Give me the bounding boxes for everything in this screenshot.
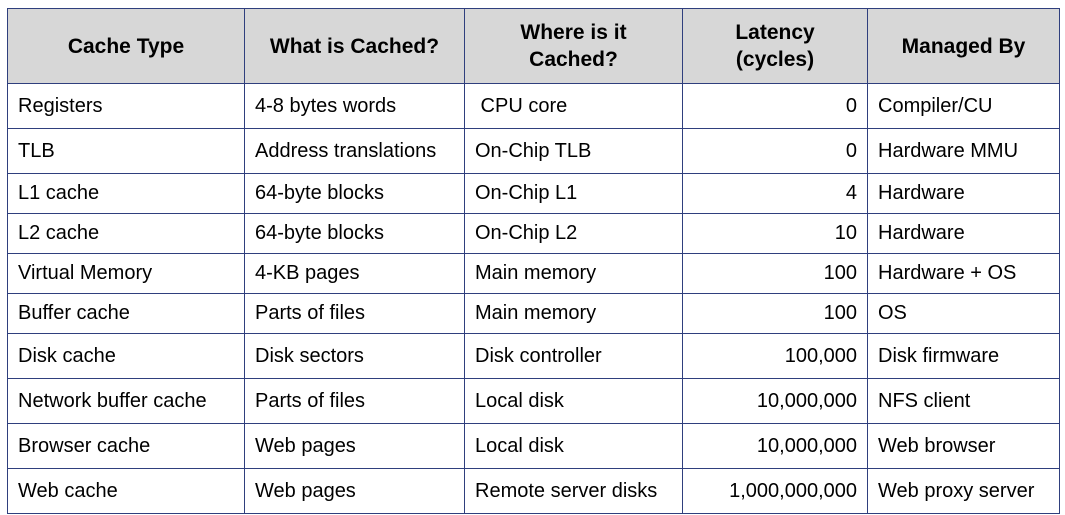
cell-latency: 10,000,000 <box>682 378 868 424</box>
cell-cache-type: Registers <box>7 83 245 129</box>
cell-latency: 1,000,000,000 <box>682 468 868 514</box>
cell-what-is-cached: Web pages <box>244 423 465 469</box>
table-row: Buffer cache Parts of files Main memory … <box>7 293 1060 334</box>
cell-cache-type: L2 cache <box>7 213 245 254</box>
table-row: Registers 4-8 bytes words CPU core 0 Com… <box>7 83 1060 129</box>
header-latency-line2: (cycles) <box>735 48 815 71</box>
header-latency: Latency (cycles) <box>682 8 868 84</box>
cell-what-is-cached: Parts of files <box>244 293 465 334</box>
cell-managed-by: Hardware <box>867 173 1060 214</box>
header-cache-type-label: Cache Type <box>67 34 185 58</box>
table-row: Network buffer cache Parts of files Loca… <box>7 378 1060 424</box>
table-row: Virtual Memory 4-KB pages Main memory 10… <box>7 253 1060 294</box>
cell-what-is-cached: Web pages <box>244 468 465 514</box>
cell-cache-type: Disk cache <box>7 333 245 379</box>
cell-cache-type: Virtual Memory <box>7 253 245 294</box>
header-what-is-cached: What is Cached? <box>244 8 465 84</box>
cell-what-is-cached: 64-byte blocks <box>244 213 465 254</box>
cell-what-is-cached: 4-8 bytes words <box>244 83 465 129</box>
cell-latency: 4 <box>682 173 868 214</box>
cell-managed-by: Hardware <box>867 213 1060 254</box>
table-row: TLB Address translations On-Chip TLB 0 H… <box>7 128 1060 174</box>
header-where-line1: Where is it <box>520 21 627 44</box>
header-managed-by-label: Managed By <box>901 34 1026 58</box>
cell-where-cached: Main memory <box>464 253 683 294</box>
cell-managed-by: Hardware MMU <box>867 128 1060 174</box>
table-body: Registers 4-8 bytes words CPU core 0 Com… <box>7 83 1060 514</box>
cell-managed-by: Web browser <box>867 423 1060 469</box>
table-row: Web cache Web pages Remote server disks … <box>7 468 1060 514</box>
cell-what-is-cached: Parts of files <box>244 378 465 424</box>
cell-managed-by: Hardware + OS <box>867 253 1060 294</box>
cache-table: Cache Type What is Cached? Where is it C… <box>7 8 1060 514</box>
cell-latency: 10 <box>682 213 868 254</box>
cell-cache-type: TLB <box>7 128 245 174</box>
cell-managed-by: Disk firmware <box>867 333 1060 379</box>
cell-where-cached: On-Chip TLB <box>464 128 683 174</box>
table-row: L2 cache 64-byte blocks On-Chip L2 10 Ha… <box>7 213 1060 254</box>
cell-cache-type: Buffer cache <box>7 293 245 334</box>
header-row: Cache Type What is Cached? Where is it C… <box>7 8 1060 84</box>
cell-what-is-cached: Disk sectors <box>244 333 465 379</box>
header-cache-type: Cache Type <box>7 8 245 84</box>
cell-latency: 0 <box>682 83 868 129</box>
table-row: L1 cache 64-byte blocks On-Chip L1 4 Har… <box>7 173 1060 214</box>
cell-latency: 100 <box>682 293 868 334</box>
cell-cache-type: Browser cache <box>7 423 245 469</box>
cell-where-cached: Local disk <box>464 423 683 469</box>
cell-latency: 10,000,000 <box>682 423 868 469</box>
cell-what-is-cached: 64-byte blocks <box>244 173 465 214</box>
cell-where-cached: Main memory <box>464 293 683 334</box>
header-where-line2: Cached? <box>529 48 618 71</box>
table-row: Disk cache Disk sectors Disk controller … <box>7 333 1060 379</box>
cell-latency: 100,000 <box>682 333 868 379</box>
cell-where-cached: Disk controller <box>464 333 683 379</box>
header-what-is-cached-label: What is Cached? <box>269 34 440 58</box>
cell-managed-by: Compiler/CU <box>867 83 1060 129</box>
cell-cache-type: Web cache <box>7 468 245 514</box>
cell-managed-by: OS <box>867 293 1060 334</box>
header-latency-line1: Latency <box>735 21 815 44</box>
cell-cache-type: L1 cache <box>7 173 245 214</box>
cell-where-cached: Remote server disks <box>464 468 683 514</box>
table-header: Cache Type What is Cached? Where is it C… <box>7 8 1060 84</box>
cell-what-is-cached: Address translations <box>244 128 465 174</box>
header-managed-by: Managed By <box>867 8 1060 84</box>
cell-cache-type: Network buffer cache <box>7 378 245 424</box>
cell-managed-by: Web proxy server <box>867 468 1060 514</box>
cell-where-cached: On-Chip L1 <box>464 173 683 214</box>
cell-where-cached: On-Chip L2 <box>464 213 683 254</box>
cell-what-is-cached: 4-KB pages <box>244 253 465 294</box>
cell-where-cached: Local disk <box>464 378 683 424</box>
cell-latency: 100 <box>682 253 868 294</box>
cell-managed-by: NFS client <box>867 378 1060 424</box>
header-where-is-it-cached: Where is it Cached? <box>464 8 683 84</box>
cell-where-cached: CPU core <box>464 83 683 129</box>
table-row: Browser cache Web pages Local disk 10,00… <box>7 423 1060 469</box>
cell-latency: 0 <box>682 128 868 174</box>
